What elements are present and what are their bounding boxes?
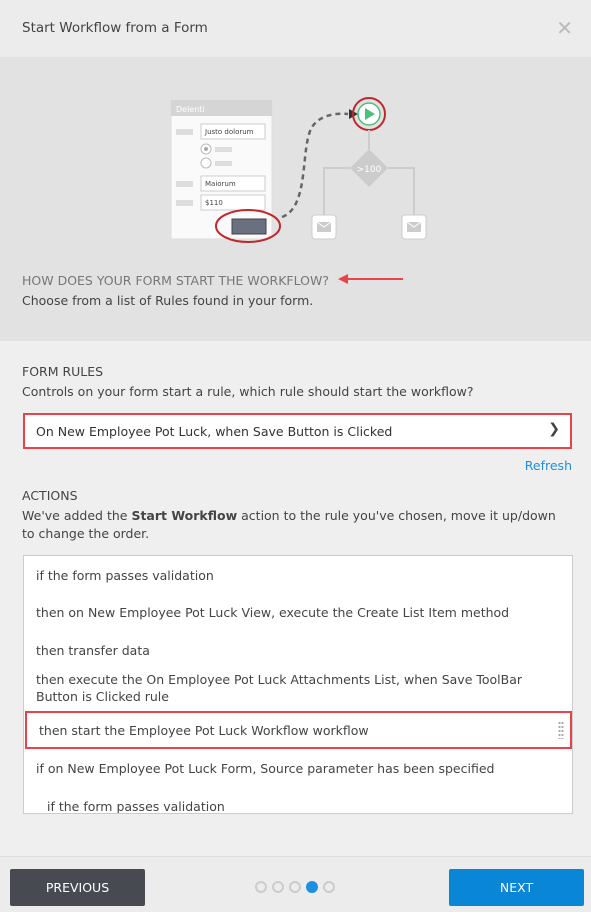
actions-description: We've added the Start Workflow action to… bbox=[22, 507, 572, 543]
form-rules-heading: FORM RULES bbox=[22, 364, 104, 379]
desc-text: We've added the bbox=[22, 508, 132, 523]
form-rule-select[interactable]: On New Employee Pot Luck, when Save Butt… bbox=[23, 413, 572, 449]
step-indicator bbox=[255, 881, 335, 893]
step-dot bbox=[255, 881, 267, 893]
list-item[interactable]: if on New Employee Pot Luck Form, Source… bbox=[36, 760, 566, 777]
illustration-panel: Delenti Justo dolorum Maiorum $110 >100 … bbox=[0, 57, 591, 341]
desc-bold: Start Workflow bbox=[131, 508, 238, 523]
step-dot bbox=[289, 881, 301, 893]
refresh-link[interactable]: Refresh bbox=[525, 458, 572, 473]
selected-rule: On New Employee Pot Luck, when Save Butt… bbox=[36, 424, 393, 439]
step-dot bbox=[272, 881, 284, 893]
actions-list[interactable]: if the form passes validation then on Ne… bbox=[23, 555, 573, 814]
form-field-1: Justo dolorum bbox=[204, 128, 254, 136]
chevron-down-icon: ❯ bbox=[548, 421, 560, 437]
list-item[interactable]: then execute the On Employee Pot Luck At… bbox=[36, 671, 566, 705]
form-field-3: $110 bbox=[205, 199, 223, 207]
list-item[interactable]: then on New Employee Pot Luck View, exec… bbox=[36, 604, 566, 621]
hero-description: Choose from a list of Rules found in you… bbox=[22, 293, 314, 308]
form-field-2: Maiorum bbox=[205, 180, 236, 188]
dialog-title: Start Workflow from a Form bbox=[22, 20, 208, 36]
drag-handle-icon[interactable] bbox=[558, 721, 564, 739]
next-button[interactable]: NEXT bbox=[449, 869, 584, 906]
step-dot-current bbox=[306, 881, 318, 893]
list-item: then start the Employee Pot Luck Workflo… bbox=[39, 723, 369, 738]
close-icon[interactable]: ✕ bbox=[556, 16, 573, 40]
previous-button[interactable]: PREVIOUS bbox=[10, 869, 145, 906]
form-rules-description: Controls on your form start a rule, whic… bbox=[22, 384, 474, 399]
list-item[interactable]: if the form passes validation bbox=[36, 567, 566, 584]
dialog-footer: PREVIOUS NEXT bbox=[0, 856, 591, 912]
list-item[interactable]: then transfer data bbox=[36, 642, 566, 659]
decision-label: >100 bbox=[357, 165, 382, 175]
list-item[interactable]: if the form passes validation bbox=[47, 798, 572, 813]
form-title: Delenti bbox=[176, 105, 205, 114]
selected-action[interactable]: then start the Employee Pot Luck Workflo… bbox=[25, 711, 572, 749]
step-dot bbox=[323, 881, 335, 893]
dialog-header: Start Workflow from a Form ✕ bbox=[0, 0, 591, 57]
actions-heading: ACTIONS bbox=[22, 488, 78, 503]
hero-question: HOW DOES YOUR FORM START THE WORKFLOW? bbox=[22, 273, 329, 288]
